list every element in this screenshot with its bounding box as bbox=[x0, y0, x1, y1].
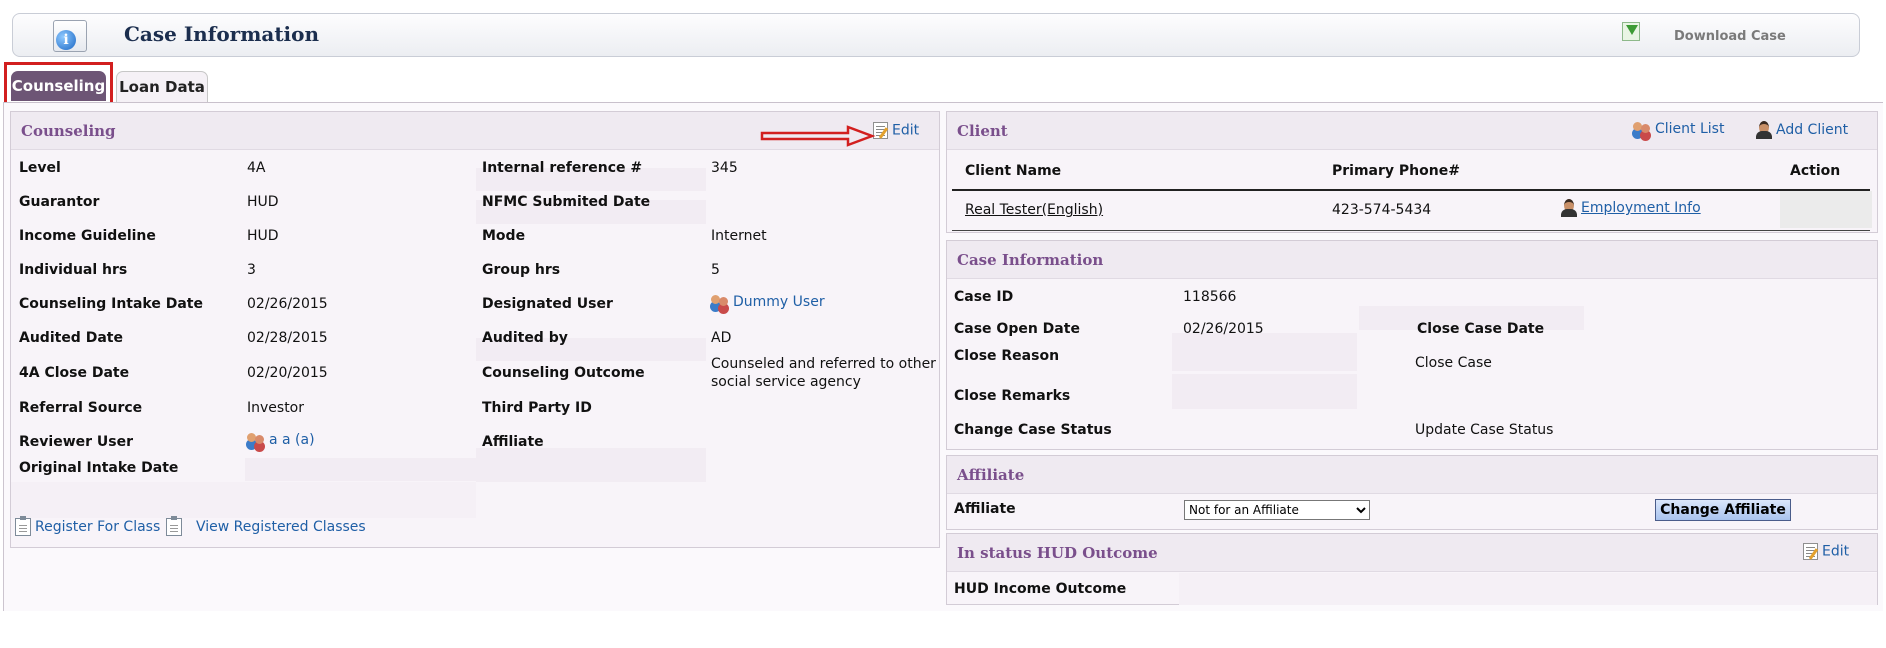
guarantor-value: HUD bbox=[247, 194, 279, 210]
individual-hrs-value: 3 bbox=[247, 262, 256, 278]
mode-value: Internet bbox=[711, 228, 767, 244]
counseling-panel-title: Counseling bbox=[21, 122, 116, 140]
internal-reference-value: 345 bbox=[711, 160, 738, 176]
audited-by-label: Audited by bbox=[482, 330, 568, 346]
audited-by-value: AD bbox=[711, 330, 732, 346]
close-case-date-label: Close Case Date bbox=[1417, 321, 1545, 337]
case-info-panel-title: Case Information bbox=[957, 251, 1104, 269]
case-id-value: 118566 bbox=[1183, 289, 1237, 305]
table-bottom-divider bbox=[952, 230, 1870, 231]
counseling-outcome-value: Counseled and referred to other social s… bbox=[711, 356, 936, 390]
client-list-button[interactable]: Client List bbox=[1633, 121, 1724, 137]
table-header-divider bbox=[952, 189, 1870, 191]
download-icon[interactable] bbox=[1622, 22, 1640, 41]
referral-source-label: Referral Source bbox=[19, 400, 143, 416]
users-icon bbox=[247, 432, 267, 448]
client-panel: Client Client List Add Client Client Nam… bbox=[946, 111, 1878, 233]
add-client-icon bbox=[1755, 121, 1773, 139]
designated-user-label: Designated User bbox=[482, 296, 613, 312]
update-case-status-link[interactable]: Update Case Status bbox=[1415, 422, 1553, 438]
affiliate-select[interactable]: Not for an Affiliate bbox=[1184, 500, 1370, 520]
level-value: 4A bbox=[247, 160, 266, 176]
client-phone: 423-574-5434 bbox=[1332, 202, 1432, 218]
register-class-icon bbox=[15, 516, 31, 536]
employment-person-icon bbox=[1560, 199, 1578, 217]
edit-icon bbox=[1803, 543, 1818, 560]
counseling-intake-date-value: 02/26/2015 bbox=[247, 296, 328, 312]
audited-date-value: 02/28/2015 bbox=[247, 330, 328, 346]
view-classes-icon bbox=[166, 516, 182, 536]
users-icon bbox=[711, 294, 731, 310]
group-hrs-label: Group hrs bbox=[482, 262, 561, 278]
tab-counseling[interactable]: Counseling bbox=[11, 71, 106, 101]
column-header-client-name: Client Name bbox=[965, 163, 1062, 179]
change-case-status-label: Change Case Status bbox=[954, 422, 1112, 438]
hud-outcome-edit-button[interactable]: Edit bbox=[1803, 543, 1849, 560]
counseling-panel: Counseling Edit Level 4A Guarantor HUD I… bbox=[10, 111, 940, 548]
hud-outcome-panel-title: In status HUD Outcome bbox=[957, 544, 1158, 562]
case-open-date-label: Case Open Date bbox=[954, 321, 1080, 337]
third-party-id-label: Third Party ID bbox=[482, 400, 592, 416]
column-header-action: Action bbox=[1790, 163, 1841, 179]
audited-date-label: Audited Date bbox=[19, 330, 123, 346]
action-cell bbox=[1780, 191, 1872, 228]
case-open-date-value: 02/26/2015 bbox=[1183, 321, 1264, 337]
close-case-link[interactable]: Close Case bbox=[1415, 355, 1492, 371]
employment-info-link[interactable]: Employment Info bbox=[1560, 199, 1701, 217]
red-arrow-annotation bbox=[760, 125, 876, 147]
case-info-panel-header: Case Information bbox=[947, 241, 1877, 279]
column-header-primary-phone: Primary Phone# bbox=[1332, 163, 1460, 179]
close-date-4a-value: 02/20/2015 bbox=[247, 365, 328, 381]
hud-outcome-panel: In status HUD Outcome Edit HUD Income Ou… bbox=[946, 533, 1878, 605]
guarantor-label: Guarantor bbox=[19, 194, 100, 210]
affiliate-panel-title: Affiliate bbox=[957, 466, 1025, 484]
info-icon: i bbox=[53, 20, 87, 52]
change-affiliate-button[interactable]: Change Affiliate bbox=[1655, 499, 1791, 521]
level-label: Level bbox=[19, 160, 61, 176]
download-case-link[interactable]: Download Case bbox=[1674, 29, 1786, 44]
mode-label: Mode bbox=[482, 228, 526, 244]
affiliate-label: Affiliate bbox=[482, 434, 544, 450]
affiliate-field-label: Affiliate bbox=[954, 501, 1016, 517]
income-guideline-label: Income Guideline bbox=[19, 228, 156, 244]
referral-source-value: Investor bbox=[247, 400, 305, 416]
close-remarks-label: Close Remarks bbox=[954, 388, 1071, 404]
designated-user-value[interactable]: Dummy User bbox=[711, 294, 825, 310]
case-header: i Case Information Download Case bbox=[12, 13, 1860, 57]
reviewer-user-value[interactable]: a a (a) bbox=[247, 432, 315, 448]
affiliate-panel: Affiliate Affiliate Not for an Affiliate… bbox=[946, 455, 1878, 530]
close-reason-label: Close Reason bbox=[954, 348, 1060, 364]
view-registered-classes-button[interactable]: View Registered Classes bbox=[166, 516, 366, 536]
client-panel-header: Client Client List Add Client bbox=[947, 112, 1877, 150]
affiliate-panel-header: Affiliate bbox=[947, 456, 1877, 494]
group-hrs-value: 5 bbox=[711, 262, 720, 278]
case-id-label: Case ID bbox=[954, 289, 1014, 305]
page-title: Case Information bbox=[124, 22, 320, 46]
counseling-intake-date-label: Counseling Intake Date bbox=[19, 296, 203, 312]
add-client-button[interactable]: Add Client bbox=[1755, 121, 1848, 139]
client-panel-title: Client bbox=[957, 122, 1008, 140]
original-intake-date-label: Original Intake Date bbox=[19, 460, 179, 476]
register-for-class-button[interactable]: Register For Class bbox=[15, 516, 160, 536]
internal-reference-label: Internal reference # bbox=[482, 160, 643, 176]
individual-hrs-label: Individual hrs bbox=[19, 262, 128, 278]
reviewer-user-label: Reviewer User bbox=[19, 434, 134, 450]
hud-outcome-panel-header: In status HUD Outcome Edit bbox=[947, 534, 1877, 572]
case-info-panel: Case Information Case ID 118566 Case Ope… bbox=[946, 240, 1878, 450]
close-date-4a-label: 4A Close Date bbox=[19, 365, 130, 381]
counseling-outcome-label: Counseling Outcome bbox=[482, 365, 645, 381]
income-guideline-value: HUD bbox=[247, 228, 279, 244]
client-list-icon bbox=[1633, 121, 1653, 137]
client-name-link[interactable]: Real Tester(English) bbox=[965, 202, 1103, 218]
tab-loan-data[interactable]: Loan Data bbox=[116, 71, 208, 102]
hud-income-outcome-label: HUD Income Outcome bbox=[954, 581, 1127, 597]
nfmc-submitted-date-label: NFMC Submited Date bbox=[482, 194, 651, 210]
